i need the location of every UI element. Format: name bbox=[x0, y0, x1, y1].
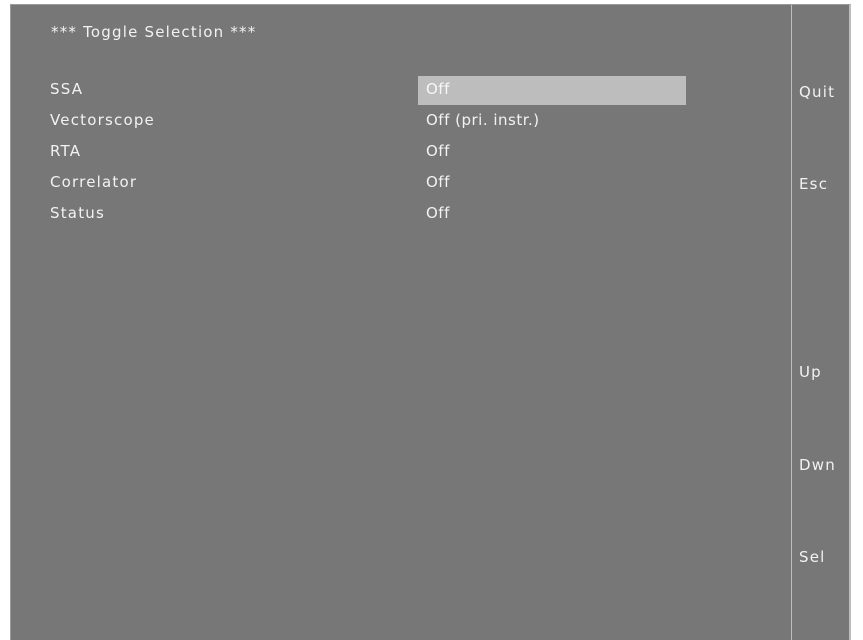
menu-item-label: Correlator bbox=[50, 173, 138, 191]
select-softkey[interactable]: Sel bbox=[799, 547, 826, 567]
menu-item-vectorscope[interactable]: Vectorscope Off (pri. instr.) bbox=[11, 107, 791, 138]
menu-item-label: Vectorscope bbox=[50, 111, 155, 129]
menu-item-value[interactable]: Off bbox=[418, 200, 686, 229]
menu-item-value[interactable]: Off bbox=[418, 169, 686, 198]
softkey-panel: Quit Esc Up Dwn Sel bbox=[791, 5, 851, 640]
menu-item-label: Status bbox=[50, 204, 105, 222]
menu-item-ssa[interactable]: SSA Off bbox=[11, 76, 791, 107]
down-softkey[interactable]: Dwn bbox=[799, 455, 836, 475]
menu-item-value[interactable]: Off (pri. instr.) bbox=[418, 107, 686, 136]
up-softkey[interactable]: Up bbox=[799, 362, 822, 382]
menu-item-label: SSA bbox=[50, 80, 84, 98]
esc-softkey[interactable]: Esc bbox=[799, 174, 828, 194]
menu-item-value[interactable]: Off bbox=[418, 76, 686, 105]
quit-softkey[interactable]: Quit bbox=[799, 82, 835, 102]
instrument-screen: *** Toggle Selection *** SSA Off Vectors… bbox=[10, 4, 851, 640]
toggle-menu-list: SSA Off Vectorscope Off (pri. instr.) RT… bbox=[11, 76, 791, 231]
menu-item-value[interactable]: Off bbox=[418, 138, 686, 167]
menu-item-label: RTA bbox=[50, 142, 82, 160]
menu-panel: *** Toggle Selection *** SSA Off Vectors… bbox=[11, 5, 791, 640]
menu-item-rta[interactable]: RTA Off bbox=[11, 138, 791, 169]
menu-item-status[interactable]: Status Off bbox=[11, 200, 791, 231]
menu-item-correlator[interactable]: Correlator Off bbox=[11, 169, 791, 200]
page-title: *** Toggle Selection *** bbox=[51, 23, 257, 41]
